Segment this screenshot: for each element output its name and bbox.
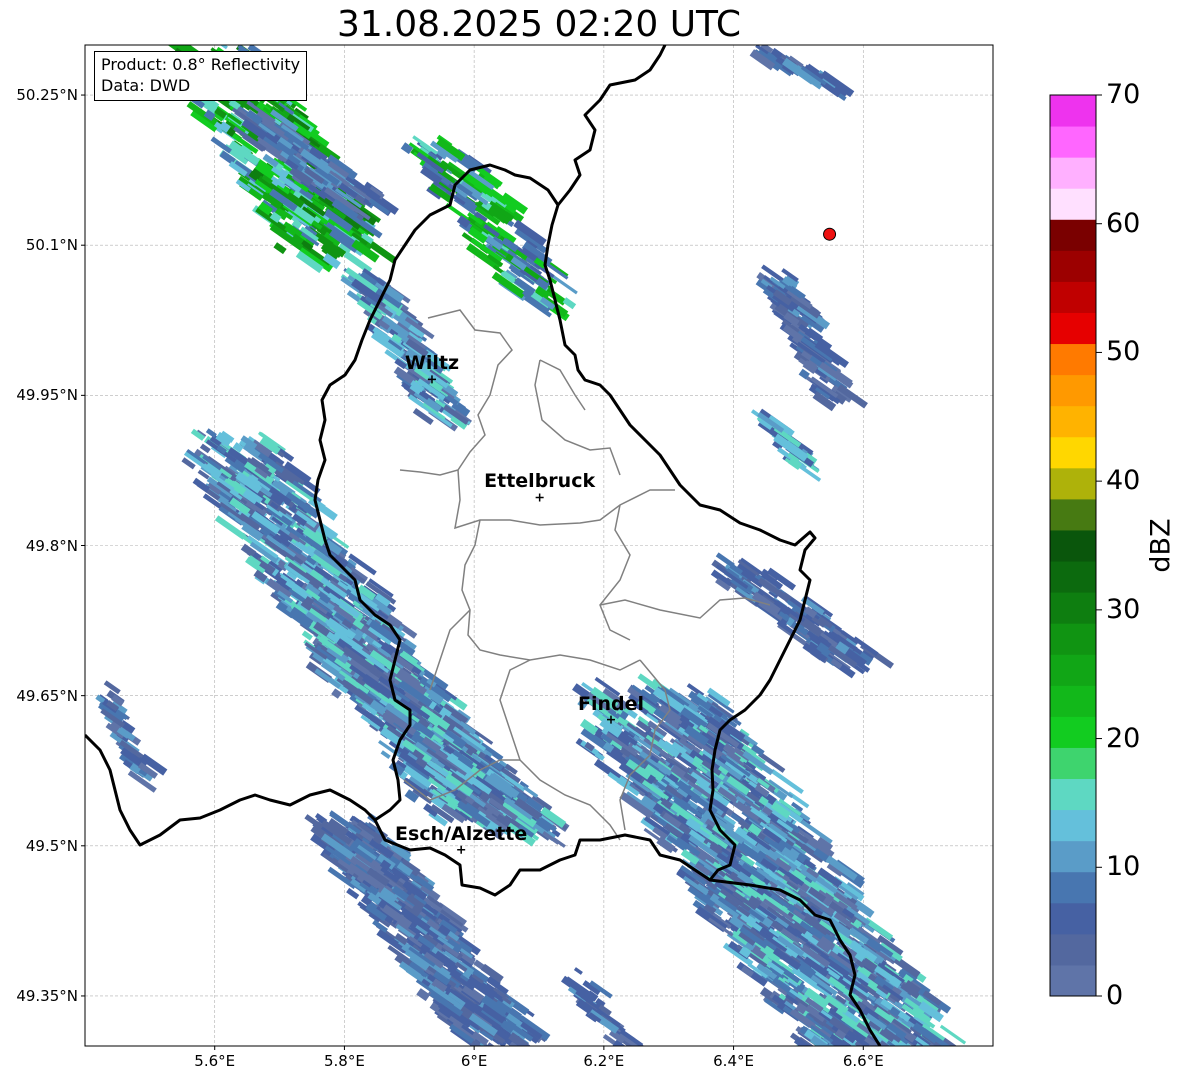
echo-cell <box>906 1055 938 1080</box>
product-info-box: Product: 0.8° Reflectivity Data: DWD <box>94 51 308 101</box>
lat-label: 49.8°N <box>25 536 78 555</box>
lat-label: 49.65°N <box>16 686 78 705</box>
echo-cell <box>926 1053 959 1079</box>
colorbar-title: dBZ <box>1145 518 1177 573</box>
colorbar-segment <box>1050 188 1096 220</box>
colorbar-segment <box>1050 374 1096 407</box>
colorbar-segment <box>1050 685 1096 717</box>
city-label: Wiltz <box>404 352 460 375</box>
echo-cell <box>913 1043 946 1046</box>
echo-cell <box>940 1055 962 1073</box>
colorbar-segment <box>1050 933 1096 966</box>
data-source-label: Data: DWD <box>101 76 191 95</box>
city-label: Esch/Alzette <box>395 822 528 845</box>
colorbar-segment <box>1050 529 1096 562</box>
colorbar-tick-label: 30 <box>1106 593 1141 625</box>
colorbar-segment <box>1050 747 1096 780</box>
colorbar-tick-label: 60 <box>1106 207 1141 239</box>
echo-cell <box>807 1047 817 1055</box>
city-label: Findel <box>577 692 644 715</box>
colorbar-tick-label: 70 <box>1106 79 1141 110</box>
colorbar-segment <box>1050 561 1096 593</box>
radar-map <box>81 44 1102 1081</box>
echo-cell <box>526 1050 551 1071</box>
colorbar-segment <box>1050 157 1096 189</box>
colorbar-segment <box>1050 250 1096 282</box>
colorbar <box>1049 94 1102 997</box>
colorbar-segment <box>1050 219 1096 251</box>
echo-cell <box>803 1061 824 1077</box>
lat-label: 49.5°N <box>25 836 78 855</box>
colorbar-segment <box>1050 902 1096 935</box>
lon-label: 5.6°E <box>194 1052 236 1070</box>
lon-label: 6.2°E <box>583 1052 625 1070</box>
colorbar-tick-label: 0 <box>1106 980 1124 1011</box>
colorbar-segment <box>1050 126 1096 158</box>
colorbar-segment <box>1050 467 1096 500</box>
colorbar-segment <box>1050 654 1096 686</box>
echo-cell <box>905 1051 926 1067</box>
lon-label: 5.8°E <box>324 1052 365 1070</box>
colorbar-tick-label: 40 <box>1106 465 1141 497</box>
colorbar-segment <box>1050 312 1096 345</box>
colorbar-tick-label: 20 <box>1106 722 1141 754</box>
colorbar-segment <box>1050 778 1096 811</box>
colorbar-segment <box>1050 405 1096 438</box>
colorbar-segment <box>1050 343 1096 376</box>
radar-site-marker <box>823 227 837 241</box>
product-label: Product: 0.8° Reflectivity <box>101 55 301 74</box>
lon-label: 6.6°E <box>842 1052 884 1070</box>
colorbar-segment <box>1050 592 1096 624</box>
echo-cell <box>923 1058 948 1077</box>
colorbar-segment <box>1050 95 1096 127</box>
lat-label: 50.25°N <box>16 86 78 105</box>
lon-label: 6°E <box>460 1052 488 1070</box>
colorbar-segment <box>1050 964 1096 997</box>
lon-label: 6.4°E <box>713 1052 754 1070</box>
colorbar-segment <box>1050 871 1096 904</box>
echo-cell <box>906 1048 917 1058</box>
echo-cell <box>886 1070 917 1081</box>
echo-cell <box>825 1070 852 1081</box>
echo-cell <box>805 1045 819 1046</box>
radar-site <box>823 227 837 241</box>
colorbar-segment <box>1050 498 1096 531</box>
echo-cell <box>799 1055 812 1067</box>
colorbar-segment <box>1050 809 1096 842</box>
city-label: Ettelbruck <box>484 470 596 493</box>
colorbar-segment <box>1050 840 1096 873</box>
colorbar-segment <box>1050 716 1096 748</box>
colorbar-tick-label: 10 <box>1106 851 1141 883</box>
colorbar-segment <box>1050 623 1096 655</box>
lat-label: 49.95°N <box>16 386 78 405</box>
colorbar-segment <box>1050 281 1096 313</box>
colorbar-tick-label: 50 <box>1106 336 1141 368</box>
colorbar-segment <box>1050 436 1096 469</box>
lat-label: 49.35°N <box>16 986 78 1005</box>
lat-label: 50.1°N <box>25 236 78 255</box>
echo-cell <box>899 1060 933 1081</box>
echo-cell <box>920 1059 935 1071</box>
